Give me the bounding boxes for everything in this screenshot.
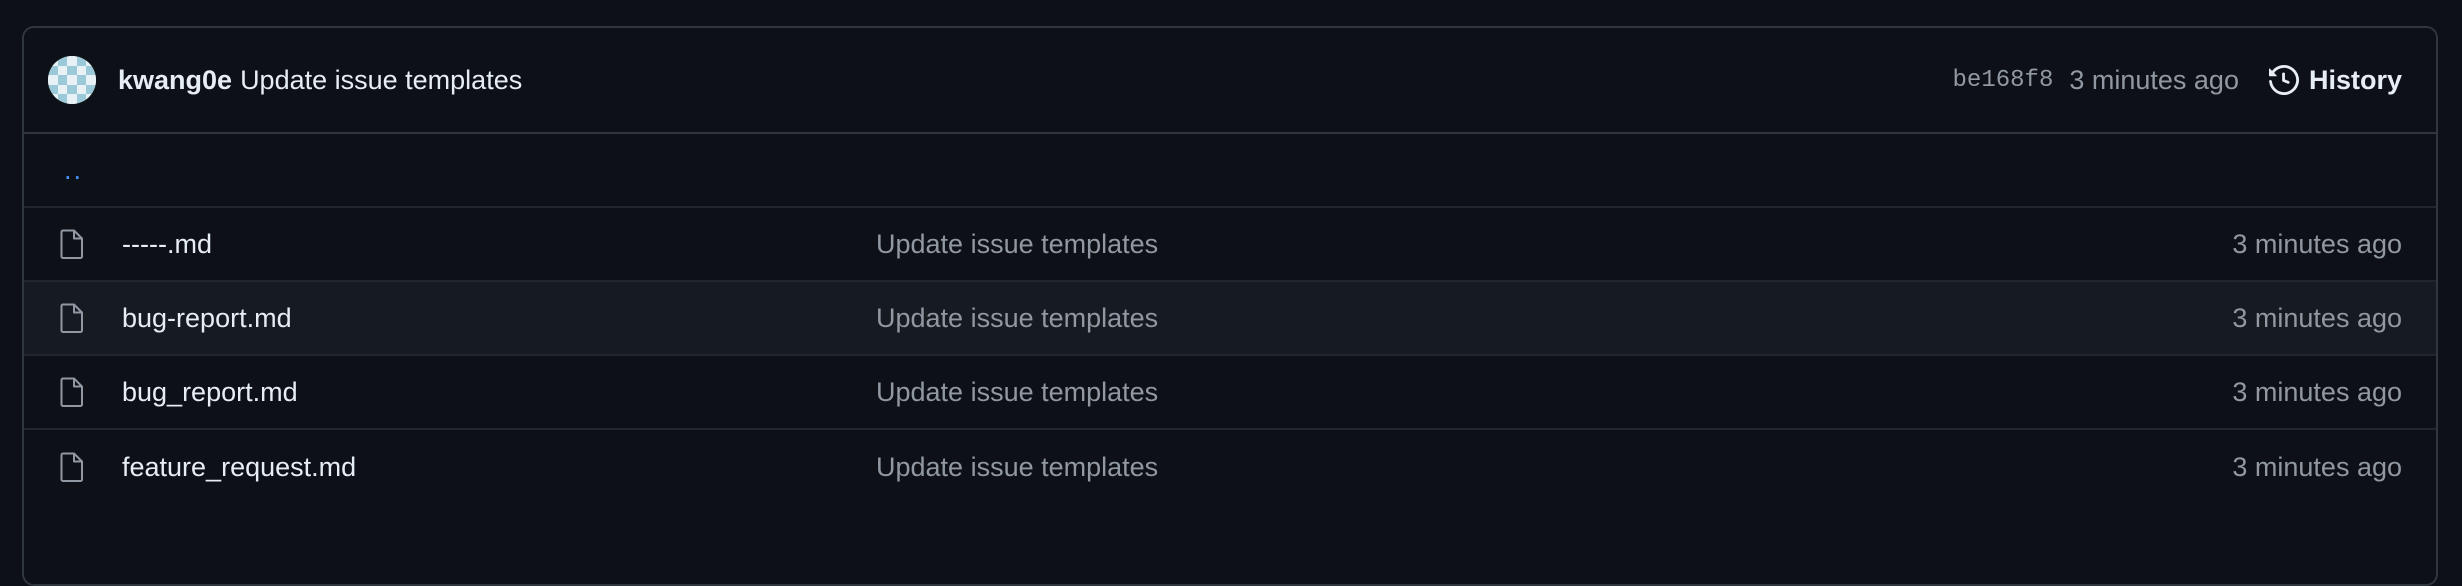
parent-directory-link[interactable]: ..	[64, 155, 83, 186]
history-button[interactable]: History	[2268, 64, 2402, 96]
file-commit-message[interactable]: Update issue templates	[876, 452, 1158, 483]
file-time: 3 minutes ago	[2232, 376, 2402, 407]
latest-commit-bar: kwang0e Update issue templates be168f8 3…	[24, 28, 2436, 134]
file-icon	[58, 451, 86, 483]
history-label: History	[2308, 64, 2402, 95]
file-name[interactable]: bug_report.md	[122, 377, 298, 408]
file-row[interactable]: feature_request.md Update issue template…	[24, 430, 2436, 504]
file-commit-message[interactable]: Update issue templates	[876, 303, 1158, 334]
file-row[interactable]: -----.md Update issue templates 3 minute…	[24, 208, 2436, 282]
file-icon	[58, 302, 86, 334]
commit-message[interactable]: Update issue templates	[240, 65, 522, 96]
commit-time: 3 minutes ago	[2069, 64, 2239, 95]
file-commit-message[interactable]: Update issue templates	[876, 229, 1158, 260]
file-icon	[58, 376, 86, 408]
file-browser-panel: kwang0e Update issue templates be168f8 3…	[22, 26, 2438, 586]
file-name[interactable]: feature_request.md	[122, 452, 356, 483]
file-time: 3 minutes ago	[2232, 302, 2402, 333]
commit-sha[interactable]: be168f8	[1953, 67, 2054, 94]
parent-directory-row[interactable]: ..	[24, 134, 2436, 208]
file-row[interactable]: bug_report.md Update issue templates 3 m…	[24, 356, 2436, 430]
file-time: 3 minutes ago	[2232, 228, 2402, 259]
commit-author[interactable]: kwang0e	[118, 65, 232, 96]
file-row[interactable]: bug-report.md Update issue templates 3 m…	[24, 282, 2436, 356]
file-time: 3 minutes ago	[2232, 451, 2402, 482]
avatar[interactable]	[48, 56, 96, 104]
file-name[interactable]: bug-report.md	[122, 303, 292, 334]
file-icon	[58, 228, 86, 260]
file-commit-message[interactable]: Update issue templates	[876, 377, 1158, 408]
file-name[interactable]: -----.md	[122, 229, 212, 260]
history-icon	[2268, 65, 2299, 95]
